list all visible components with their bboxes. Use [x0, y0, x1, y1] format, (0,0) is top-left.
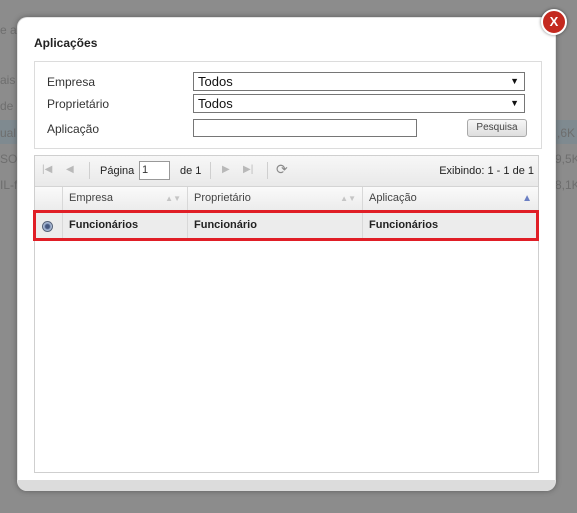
column-header-aplicacao[interactable]: Aplicação ▲: [363, 187, 538, 211]
last-page-icon[interactable]: ▶|: [243, 164, 253, 175]
column-header-empresa[interactable]: Empresa ▲▼: [63, 187, 188, 211]
next-page-icon[interactable]: ▶: [222, 164, 230, 175]
bg-text-2: ais: [0, 73, 16, 87]
bg-text-6: IL-f: [0, 178, 18, 192]
sort-icon: ▲▼: [340, 194, 356, 203]
pager-separator: [89, 162, 90, 179]
dropdown-arrow-icon: ▼: [510, 76, 519, 86]
search-button[interactable]: Pesquisa: [467, 119, 527, 137]
pager-separator: [267, 162, 268, 179]
column-header-aplicacao-label: Aplicação: [369, 192, 417, 204]
prev-page-icon[interactable]: ◀: [66, 164, 74, 175]
refresh-icon[interactable]: ⟳: [276, 161, 288, 178]
proprietario-select-value: Todos: [198, 96, 233, 111]
row-highlight-box: [33, 210, 539, 241]
close-button[interactable]: X: [541, 9, 567, 35]
sort-icon: ▲▼: [165, 194, 181, 203]
proprietario-label: Proprietário: [47, 97, 110, 111]
pager-toolbar: |◀ ◀ Página 1 de 1 ▶ ▶| ⟳ Exibindo: 1 - …: [35, 156, 538, 187]
page-count-label: de 1: [180, 165, 202, 177]
results-grid: |◀ ◀ Página 1 de 1 ▶ ▶| ⟳ Exibindo: 1 - …: [34, 155, 539, 473]
page-number-input[interactable]: 1: [139, 161, 170, 180]
empresa-select[interactable]: Todos ▼: [193, 72, 525, 91]
dialog-title: Aplicações: [34, 36, 98, 50]
pager-separator: [210, 162, 211, 179]
column-header-proprietario-label: Proprietário: [194, 192, 251, 204]
pager-info: Exibindo: 1 - 1 de 1: [439, 165, 534, 177]
bg-text-9: 8,1K: [555, 178, 577, 192]
proprietario-select[interactable]: Todos ▼: [193, 94, 525, 113]
first-page-icon[interactable]: |◀: [42, 164, 52, 175]
empresa-select-value: Todos: [198, 74, 233, 89]
dialog-footer: [18, 480, 555, 491]
bg-text-7: ,6K: [557, 126, 576, 140]
dropdown-arrow-icon: ▼: [510, 98, 519, 108]
page-label: Página: [100, 165, 135, 177]
column-header-select: [35, 187, 63, 211]
column-header-proprietario[interactable]: Proprietário ▲▼: [188, 187, 363, 211]
bg-text-8: 9,5K: [555, 152, 577, 166]
sort-ascending-icon: ▲: [522, 193, 532, 204]
empresa-label: Empresa: [47, 75, 96, 89]
column-header-empresa-label: Empresa: [69, 192, 114, 204]
aplicacao-input[interactable]: [193, 119, 417, 137]
aplicacao-label: Aplicação: [47, 122, 100, 136]
